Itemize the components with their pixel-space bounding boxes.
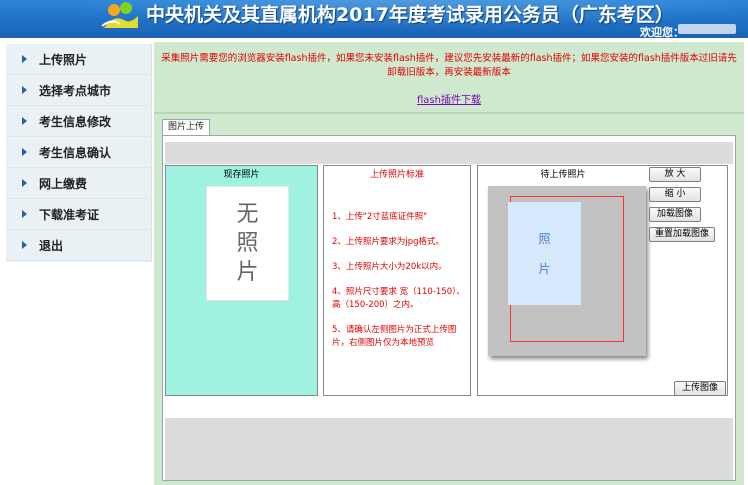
header-banner: 中央机关及其直属机构2017年度考试录用公务员（广东考区） 欢迎您： [0,0,748,38]
sidebar-item-edit-info[interactable]: 考生信息修改 [6,106,151,137]
arrow-right-icon [22,117,27,125]
rule-item: 4、照片尺寸要求 宽（110-150）、高（150-200）之内。 [332,287,465,310]
pending-photo-title: 待上传照片 [540,170,586,180]
standards-title: 上传照片标准 [369,170,424,180]
rule-item: 2、上传照片要求为jpg格式。 [332,237,445,247]
sidebar-item-label: 考生信息确认 [39,145,112,160]
no-photo-placeholder: 无 照 片 [206,186,289,301]
upload-image-button[interactable]: 上传图像 [674,381,726,396]
arrow-right-icon [22,179,27,187]
sidebar-item-label: 退出 [39,238,64,253]
sidebar: 上传照片 选择考点城市 考生信息修改 考生信息确认 网上缴费 下载准考证 退出 [6,44,152,262]
sidebar-item-label: 选择考点城市 [39,83,112,98]
sidebar-item-label: 考生信息修改 [39,114,112,129]
placeholder-char: 照 [236,231,259,256]
arrow-right-icon [22,86,27,94]
tab-photo-upload[interactable]: 图片上传 [162,119,210,135]
sidebar-item-payment[interactable]: 网上缴费 [6,168,151,199]
sidebar-item-confirm-info[interactable]: 考生信息确认 [6,137,151,168]
preview-placeholder: 照 片 [508,202,581,305]
rule-item: 3、上传照片大小为20k以内。 [332,262,447,272]
load-image-button[interactable]: 加载图像 [649,207,701,222]
user-name-redacted [678,24,736,34]
photo-standards-box: 上传照片标准 1、上传"2寸蓝底证件照" 2、上传照片要求为jpg格式。 3、上… [323,165,471,396]
panel-toolbar [165,142,733,164]
arrow-right-icon [22,241,27,249]
sidebar-item-label: 上传照片 [39,52,88,67]
reload-image-button[interactable]: 重置加载图像 [649,227,715,242]
sidebar-item-select-city[interactable]: 选择考点城市 [6,75,151,106]
pending-photo-box: 待上传照片 照 片 放 大 缩 小 加载图像 重置加载图像 [477,165,728,396]
current-photo-box: 现存照片 无 照 片 [165,165,318,396]
page-title: 中央机关及其直属机构2017年度考试录用公务员（广东考区） [146,4,674,26]
sidebar-item-upload-photo[interactable]: 上传照片 [6,44,151,75]
photo-preview-area: 照 片 [488,186,646,356]
arrow-right-icon [22,210,27,218]
sidebar-item-download-ticket[interactable]: 下载准考证 [6,199,151,230]
flash-download-link[interactable]: flash插件下载 [154,91,744,106]
rule-item: 5、请确认左侧图片为正式上传图片，右侧图片仅为本地预览 [332,325,457,348]
upload-panel: 现存照片 无 照 片 上传照片标准 1、上传"2寸蓝底证件照" 2、上传照片要求… [162,135,736,481]
standards-rules: 1、上传"2寸蓝底证件照" 2、上传照片要求为jpg格式。 3、上传照片大小为2… [332,211,468,362]
logo-icon [101,2,138,28]
sidebar-item-logout[interactable]: 退出 [6,230,151,261]
arrow-right-icon [22,55,27,63]
divider [154,112,744,114]
placeholder-char: 无 [236,202,259,227]
arrow-right-icon [22,148,27,156]
sidebar-item-label: 网上缴费 [39,176,88,191]
panel-footer [165,418,733,480]
placeholder-char: 片 [538,261,551,276]
zoom-out-button[interactable]: 缩 小 [649,187,701,202]
sidebar-item-label: 下载准考证 [39,207,100,222]
placeholder-char: 照 [538,231,551,246]
rule-item: 1、上传"2寸蓝底证件照" [332,212,428,222]
notice-text: 采集照片需要您的浏览器安装flash插件，如果您未安装flash插件，建议您先安… [161,53,737,78]
current-photo-title: 现存照片 [223,170,260,180]
placeholder-char: 片 [236,260,259,285]
zoom-in-button[interactable]: 放 大 [649,167,701,182]
main-content: 采集照片需要您的浏览器安装flash插件，如果您未安装flash插件，建议您先安… [154,42,744,485]
